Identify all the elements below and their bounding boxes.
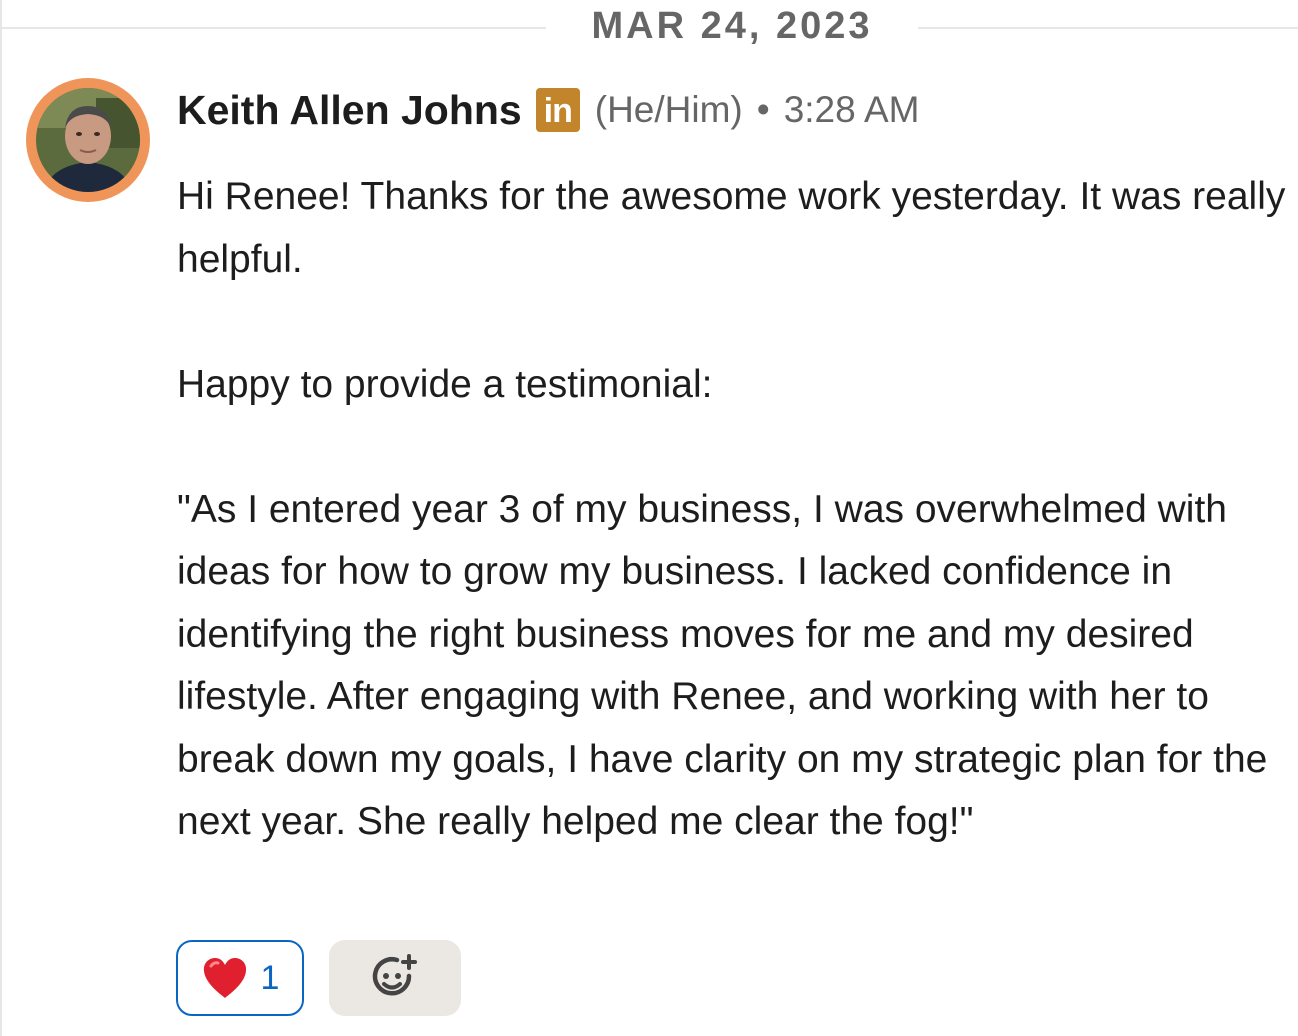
avatar-photo xyxy=(36,88,140,192)
sender-pronouns: (He/Him) xyxy=(594,89,743,130)
divider-line-left xyxy=(0,27,546,29)
date-divider: MAR 24, 2023 xyxy=(0,0,1298,56)
message-header: Keith Allen Johns in (He/Him) • 3:28 AM xyxy=(177,84,919,136)
message-pane-left-border xyxy=(0,0,2,1036)
message-timestamp: 3:28 AM xyxy=(783,89,920,130)
add-reaction-icon xyxy=(372,954,417,996)
date-divider-label: MAR 24, 2023 xyxy=(591,5,873,47)
message-body: Hi Renee! Thanks for the awesome work ye… xyxy=(177,166,1287,854)
message-paragraph: Happy to provide a testimonial: xyxy=(177,362,713,406)
sender-avatar[interactable] xyxy=(26,78,150,202)
separator-dot: • xyxy=(756,89,770,130)
message-paragraph: Hi Renee! Thanks for the awesome work ye… xyxy=(177,175,1286,281)
heart-reaction-button[interactable]: 1 xyxy=(176,940,304,1016)
add-reaction-button[interactable] xyxy=(329,940,461,1016)
red-heart-icon xyxy=(203,958,246,998)
reaction-count: 1 xyxy=(260,958,280,997)
divider-line-right xyxy=(918,27,1298,29)
sender-name[interactable]: Keith Allen Johns xyxy=(177,87,522,134)
message-paragraph: "As I entered year 3 of my business, I w… xyxy=(177,487,1268,844)
linkedin-premium-icon: in xyxy=(535,88,580,132)
